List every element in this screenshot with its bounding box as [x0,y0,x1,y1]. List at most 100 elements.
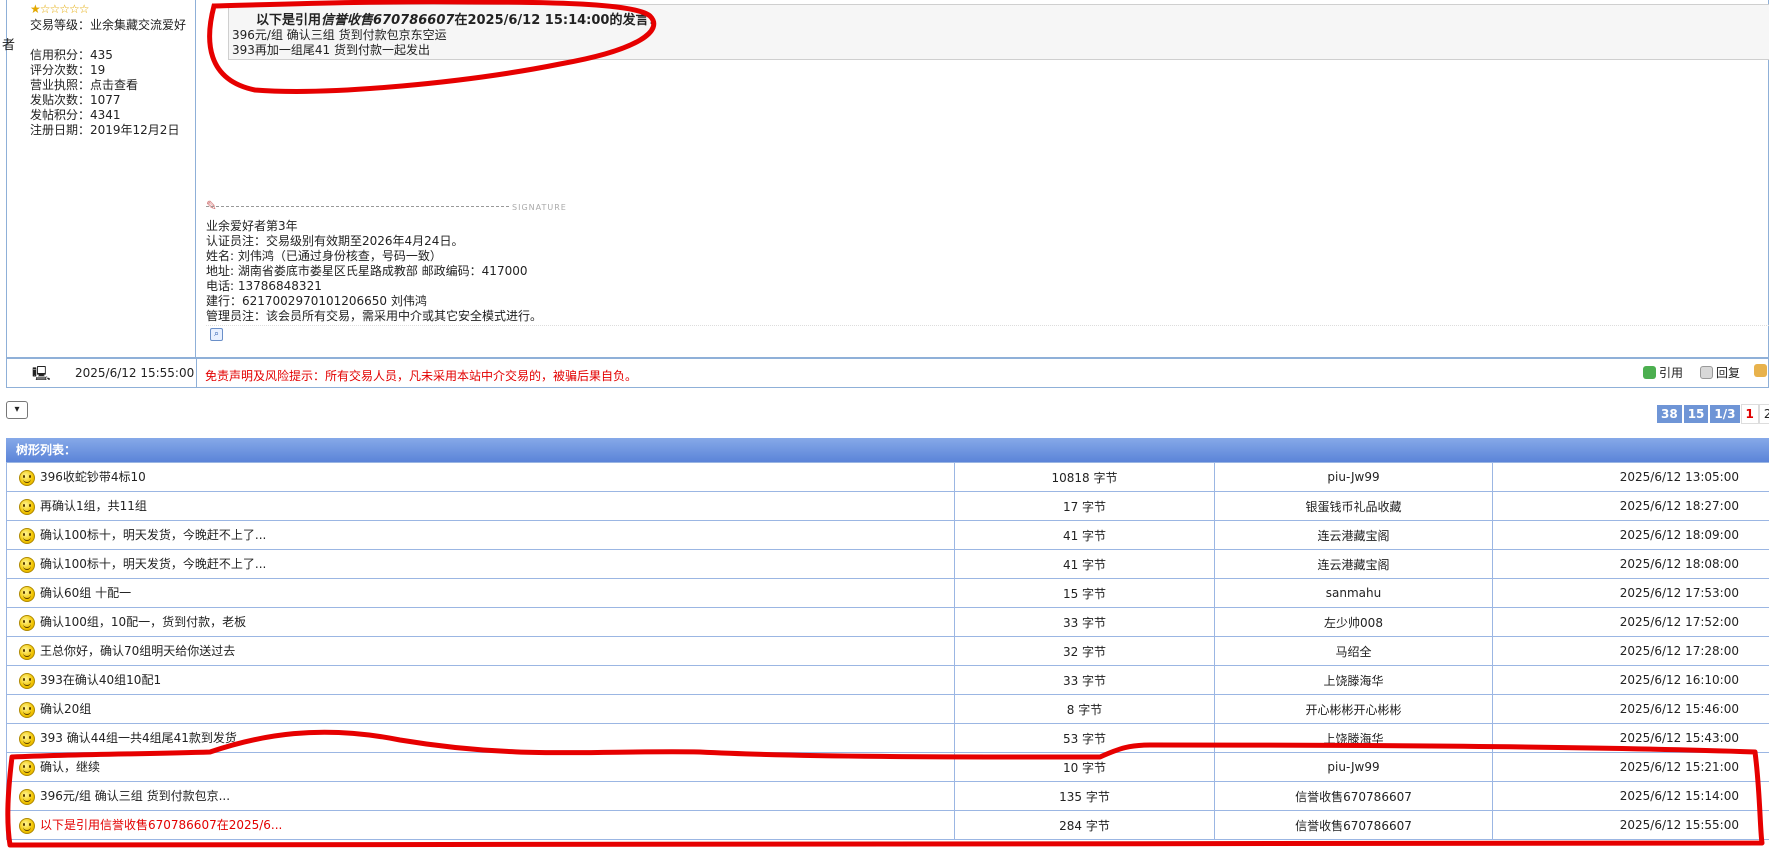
row-subject-cell[interactable]: 393在确认40组10配1 [6,665,955,695]
reply-button[interactable]: 回复 [1700,364,1740,381]
row-subject-link[interactable]: 393在确认40组10配1 [40,673,161,687]
magnifier-icon[interactable]: ⌕ [210,328,223,341]
row-author[interactable]: 信誉收售670786607 [1214,781,1493,811]
list-row[interactable]: 王总你好，确认70组明天给你送过去 32 字节 马绍全 2025/6/12 17:28… [6,636,1769,666]
row-author[interactable]: 上饶滕海华 [1214,665,1493,695]
row-subject-cell[interactable]: 确认100标十，明天发货，今晚赶不上了... [6,549,955,579]
list-row[interactable]: 确认100标十，明天发货，今晚赶不上了... 41 字节 连云港藏宝阁 2025/6/… [6,520,1769,550]
row-size: 10818 字节 [954,462,1215,492]
row-size: 41 字节 [954,520,1215,550]
row-author[interactable]: 信誉收售670786607 [1214,810,1493,840]
list-row[interactable]: 396收蛇钞带4标10 10818 字节 piu-Jw99 2025/6/12 13:… [6,462,1769,492]
list-row[interactable]: 确认20组 8 字节 开心彬彬开心彬彬 2025/6/12 15:46:00 [6,694,1769,724]
total-count: 38 [1656,404,1683,424]
trade-level: 交易等级：业余集藏交流爱好 [30,18,187,32]
page-link-1[interactable]: 1 [1740,404,1759,424]
rating-stars-icon: ★☆☆☆☆☆ [30,2,90,16]
row-subject-link[interactable]: 396收蛇钞带4标10 [40,470,146,484]
row-subject-link[interactable]: 再确认1组，共11组 [40,499,147,513]
row-date: 2025/6/12 15:55:00 [1492,810,1769,840]
row-size: 33 字节 [954,607,1215,637]
list-row[interactable]: 确认60组 十配一 15 字节 sanmahu 2025/6/12 17:53:00 [6,578,1769,608]
quote-suffix: 在2025/6/12 15:14:00的发言： [454,13,662,28]
row-author[interactable]: 左少帅008 [1214,607,1493,637]
page-of: 1/3 [1709,404,1741,424]
row-date: 2025/6/12 18:08:00 [1492,549,1769,579]
row-author[interactable]: 连云港藏宝阁 [1214,549,1493,579]
smiley-icon [19,672,35,689]
row-date: 2025/6/12 17:28:00 [1492,636,1769,666]
list-row[interactable]: 393 确认44组一共4组尾41款到发货 53 字节 上饶滕海华 2025/6/12 … [6,723,1769,753]
row-date: 2025/6/12 18:27:00 [1492,491,1769,521]
row-subject-link[interactable]: 396元/组 确认三组 货到付款包京... [40,789,230,803]
row-size: 32 字节 [954,636,1215,666]
row-subject-link[interactable]: 确认100组，10配一，货到付款，老板 [40,615,246,629]
list-row[interactable]: 确认100标十，明天发货，今晚赶不上了... 41 字节 连云港藏宝阁 2025/6/… [6,549,1769,579]
smiley-icon [19,701,35,718]
row-date: 2025/6/12 15:21:00 [1492,752,1769,782]
smiley-icon [19,614,35,631]
row-subject-cell[interactable]: 确认60组 十配一 [6,578,955,608]
quote-button-label: 引用 [1659,366,1684,380]
row-author[interactable]: piu-Jw99 [1214,752,1493,782]
computer-icon[interactable]: 🖳 [32,363,51,387]
row-subject-link[interactable]: 王总你好，确认70组明天给你送过去 [40,644,235,658]
quote-button[interactable]: 引用 [1643,364,1683,381]
row-subject-cell[interactable]: 396收蛇钞带4标10 [6,462,955,492]
page-link-2[interactable]: 2 [1758,404,1769,424]
row-author[interactable]: piu-Jw99 [1214,462,1493,492]
list-row[interactable]: 确认100组，10配一，货到付款，老板 33 字节 左少帅008 2025/6/12 … [6,607,1769,637]
row-author[interactable]: 银蛋钱币礼品收藏 [1214,491,1493,521]
more-action-button[interactable] [1754,364,1767,377]
list-row[interactable]: 再确认1组，共11组 17 字节 银蛋钱币礼品收藏 2025/6/12 18:27:0… [6,491,1769,521]
smiley-icon [19,556,35,573]
row-size: 10 字节 [954,752,1215,782]
list-row[interactable]: 396元/组 确认三组 货到付款包京... 135 字节 信誉收售670786607… [6,781,1769,811]
view-mode-select[interactable]: ▾ [6,401,28,419]
row-subject-link[interactable]: 以下是引用信誉收售670786607在2025/6... [40,818,282,832]
row-subject-cell[interactable]: 以下是引用信誉收售670786607在2025/6... [6,810,955,840]
list-row[interactable]: 以下是引用信誉收售670786607在2025/6... 284 字节 信誉收售67… [6,810,1769,840]
per-page: 15 [1682,404,1710,424]
sig-line: 电话: 13786848321 [206,279,322,293]
author-name-tail: 者 [2,38,16,53]
row-subject-link[interactable]: 确认，继续 [40,760,100,774]
business-license-link[interactable]: 营业执照：点击查看 [30,78,186,93]
row-subject-cell[interactable]: 确认20组 [6,694,955,724]
tree-list: 396收蛇钞带4标10 10818 字节 piu-Jw99 2025/6/12 13:… [6,462,1769,840]
quote-line-2: 393再加一组尾41 货到付款一起发出 [232,43,430,57]
row-subject-link[interactable]: 确认60组 十配一 [40,586,131,600]
smiley-icon [19,527,35,544]
sig-line: 姓名: 刘伟鸿（已通过身份核查，号码一致） [206,249,442,263]
row-subject-cell[interactable]: 确认100标十，明天发货，今晚赶不上了... [6,520,955,550]
row-subject-link[interactable]: 确认100标十，明天发货，今晚赶不上了... [40,557,266,571]
smiley-icon [19,730,35,747]
row-subject-link[interactable]: 确认20组 [40,702,91,716]
sig-line: 建行：6217002970101206650 刘伟鸿 [206,294,427,308]
row-author[interactable]: 马绍全 [1214,636,1493,666]
row-author[interactable]: 连云港藏宝阁 [1214,520,1493,550]
row-size: 135 字节 [954,781,1215,811]
row-size: 8 字节 [954,694,1215,724]
row-subject-cell[interactable]: 393 确认44组一共4组尾41款到发货 [6,723,955,753]
row-subject-cell[interactable]: 再确认1组，共11组 [6,491,955,521]
list-row[interactable]: 确认，继续 10 字节 piu-Jw99 2025/6/12 15:21:00 [6,752,1769,782]
row-author[interactable]: 上饶滕海华 [1214,723,1493,753]
quote-icon [1643,366,1656,379]
row-date: 2025/6/12 13:05:00 [1492,462,1769,492]
row-author[interactable]: 开心彬彬开心彬彬 [1214,694,1493,724]
row-subject-link[interactable]: 确认100标十，明天发货，今晚赶不上了... [40,528,266,542]
row-subject-cell[interactable]: 王总你好，确认70组明天给你送过去 [6,636,955,666]
row-size: 17 字节 [954,491,1215,521]
row-size: 53 字节 [954,723,1215,753]
sig-line: 管理员注：该会员所有交易，需采用中介或其它安全模式进行。 [206,309,543,323]
row-subject-link[interactable]: 393 确认44组一共4组尾41款到发货 [40,731,237,745]
row-author[interactable]: sanmahu [1214,578,1493,608]
signature-bottom-divider [206,325,1769,326]
row-subject-cell[interactable]: 确认100组，10配一，货到付款，老板 [6,607,955,637]
list-row[interactable]: 393在确认40组10配1 33 字节 上饶滕海华 2025/6/12 16:10:0… [6,665,1769,695]
row-subject-cell[interactable]: 确认，继续 [6,752,955,782]
reply-icon [1700,366,1713,379]
row-subject-cell[interactable]: 396元/组 确认三组 货到付款包京... [6,781,955,811]
